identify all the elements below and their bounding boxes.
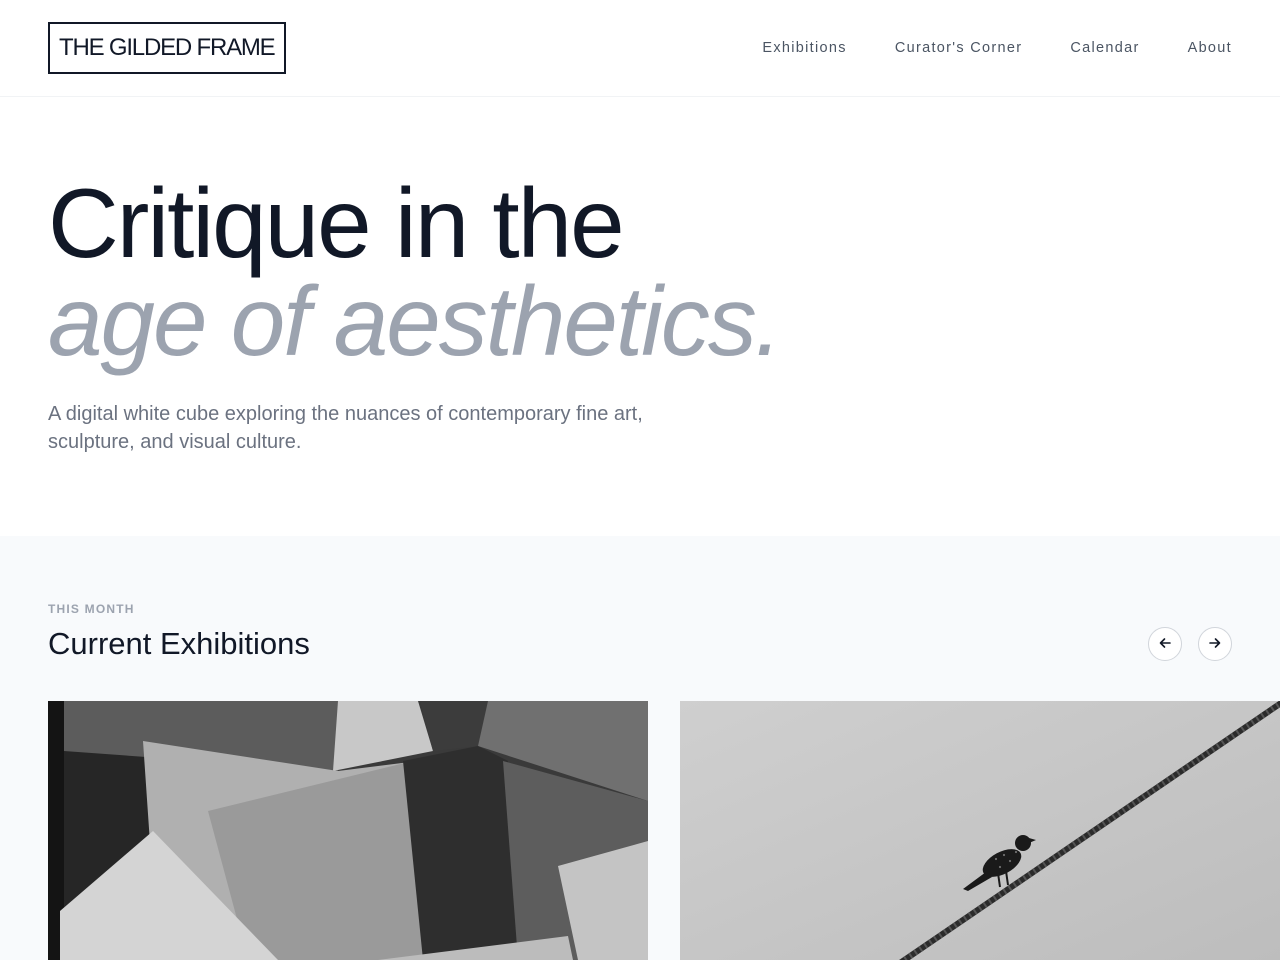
main-nav: Exhibitions Curator's Corner Calendar Ab… bbox=[762, 38, 1232, 58]
exhibition-card[interactable] bbox=[680, 701, 1280, 960]
hero-title-line-1: Critique in the bbox=[48, 168, 625, 278]
nav-item-about[interactable]: About bbox=[1188, 40, 1232, 56]
arrow-left-icon bbox=[1158, 636, 1172, 653]
site-logo[interactable]: THE GILDED FRAME bbox=[48, 22, 286, 74]
section-title: Current Exhibitions bbox=[48, 626, 310, 661]
hero-title-line-2: age of aesthetics. bbox=[48, 266, 782, 376]
hero-subtitle: A digital white cube exploring the nuanc… bbox=[48, 403, 643, 453]
bird-on-wire-image bbox=[680, 701, 1280, 960]
exhibitions-section: THIS MONTH Current Exhibitions bbox=[0, 536, 1280, 960]
page: THE GILDED FRAME Exhibitions Curator's C… bbox=[0, 0, 1280, 960]
carousel-prev-button[interactable] bbox=[1148, 627, 1182, 661]
abstract-paper-shapes-image bbox=[48, 701, 648, 960]
nav-item-calendar[interactable]: Calendar bbox=[1070, 40, 1139, 56]
section-eyebrow: THIS MONTH bbox=[48, 602, 135, 616]
exhibition-card[interactable] bbox=[48, 701, 648, 960]
arrow-right-icon bbox=[1208, 636, 1222, 653]
site-header: THE GILDED FRAME Exhibitions Curator's C… bbox=[0, 0, 1280, 97]
nav-item-exhibitions[interactable]: Exhibitions bbox=[762, 40, 846, 56]
carousel-next-button[interactable] bbox=[1198, 627, 1232, 661]
nav-item-curators-corner[interactable]: Curator's Corner bbox=[895, 40, 1023, 56]
